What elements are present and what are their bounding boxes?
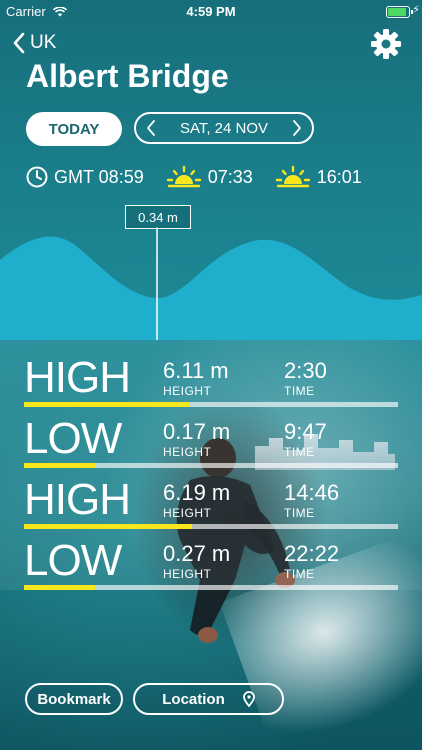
tide-height-label: HEIGHT	[163, 445, 212, 459]
tide-row: LOW 0.17 m HEIGHT 9:47 TIME	[24, 417, 398, 479]
back-label: UK	[30, 32, 57, 53]
tide-time: 9:47	[284, 419, 327, 444]
sunrise-time: 07:33	[207, 166, 253, 187]
tide-row: HIGH 6.19 m HEIGHT 14:46 TIME	[24, 478, 398, 540]
tide-graph[interactable]	[0, 200, 422, 345]
sunset-icon	[275, 165, 310, 188]
tide-height-label: HEIGHT	[163, 567, 212, 581]
current-height-label: 0.34 m	[125, 205, 191, 229]
charging-icon: ⚡	[412, 4, 420, 16]
tide-type: LOW	[24, 414, 122, 463]
status-bar: Carrier 4:59 PM ⚡	[0, 0, 422, 22]
chevron-left-icon[interactable]	[146, 120, 156, 136]
sun-info-row: GMT 08:59 07:33 16:01	[26, 165, 384, 189]
tide-time: 14:46	[284, 480, 340, 505]
tide-level-track	[24, 524, 398, 529]
gear-icon[interactable]	[370, 28, 402, 60]
current-date: SAT, 24 NOV	[179, 119, 269, 137]
tide-type: HIGH	[24, 475, 131, 524]
tide-time: 22:22	[284, 541, 340, 566]
tide-type: LOW	[24, 536, 122, 585]
chevron-left-icon	[13, 32, 25, 54]
sunrise-icon	[166, 165, 201, 188]
tide-height: 6.11 m	[163, 358, 229, 383]
tide-level-track	[24, 463, 398, 468]
tide-height-label: HEIGHT	[163, 506, 212, 520]
tide-level-fill	[24, 402, 189, 407]
sunset: 16:01	[275, 165, 362, 189]
tide-level-track	[24, 585, 398, 590]
today-button[interactable]: TODAY	[26, 112, 122, 146]
page-title: Albert Bridge	[26, 58, 229, 94]
status-time: 4:59 PM	[186, 4, 236, 19]
tide-time-label: TIME	[284, 506, 315, 520]
tide-row: LOW 0.27 m HEIGHT 22:22 TIME	[24, 539, 398, 601]
tide-time-label: TIME	[284, 567, 315, 581]
tide-time-label: TIME	[284, 384, 315, 398]
tide-height: 6.19 m	[163, 480, 231, 505]
tide-height: 0.27 m	[163, 541, 231, 566]
tide-height: 0.17 m	[163, 419, 231, 444]
tide-type: HIGH	[24, 353, 131, 402]
tide-wave	[0, 236, 422, 340]
tide-time: 2:30	[284, 358, 327, 383]
chevron-right-icon[interactable]	[292, 120, 302, 136]
bookmark-button[interactable]: Bookmark	[25, 683, 123, 715]
battery-icon	[386, 6, 413, 18]
sunset-time: 16:01	[316, 166, 362, 187]
tide-level-track	[24, 402, 398, 407]
tide-level-fill	[24, 524, 193, 529]
tide-time-label: TIME	[284, 445, 315, 459]
sunrise: 07:33	[166, 165, 253, 189]
tide-row: HIGH 6.11 m HEIGHT 2:30 TIME	[24, 356, 398, 418]
location-pin-icon	[242, 691, 255, 707]
location-label: Location	[162, 690, 225, 708]
back-button[interactable]: UK	[12, 32, 56, 54]
local-time-text: GMT 08:59	[54, 166, 144, 187]
clock-icon	[26, 166, 48, 188]
bookmark-label: Bookmark	[37, 690, 111, 708]
date-selector: SAT, 24 NOV	[134, 112, 314, 144]
local-time: GMT 08:59	[26, 166, 144, 188]
tide-level-fill	[24, 585, 96, 590]
location-button[interactable]: Location	[133, 683, 284, 715]
tide-level-fill	[24, 463, 96, 468]
tide-height-label: HEIGHT	[163, 384, 212, 398]
